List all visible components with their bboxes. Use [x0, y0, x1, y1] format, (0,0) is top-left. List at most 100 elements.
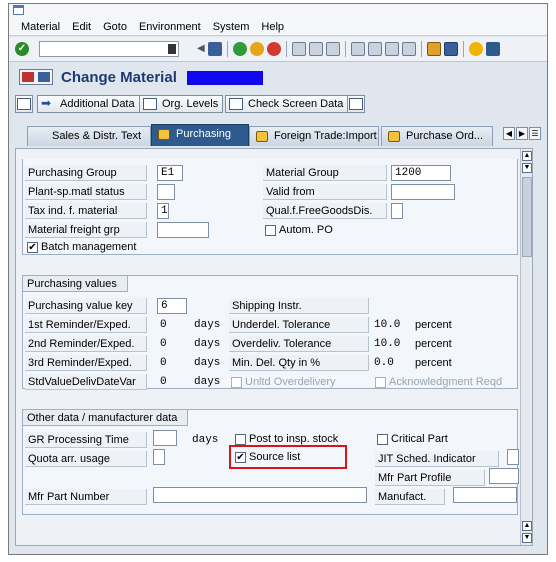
last-page-icon[interactable] — [402, 42, 416, 56]
command-field[interactable] — [39, 41, 179, 57]
org-levels-button[interactable]: Org. Levels — [139, 95, 224, 113]
save-icon[interactable] — [208, 42, 222, 56]
arrow-right-icon: ➡ — [41, 96, 52, 110]
back-arrow-icon[interactable]: ◀ — [197, 42, 205, 56]
min-del-qty-label: Min. Del. Qty in % — [229, 355, 369, 371]
tab-foreign-trade-import[interactable]: Foreign Trade:Import — [249, 126, 379, 146]
jit-indicator-label: JIT Sched. Indicator — [375, 451, 499, 467]
new-session-icon[interactable] — [427, 42, 441, 56]
scroll-up-icon[interactable]: ▲ — [522, 151, 532, 161]
unltd-overdelivery-label: Unltd Overdelivery — [245, 376, 336, 388]
gr-processing-time-field[interactable] — [153, 430, 177, 446]
tab-purchase-order-text[interactable]: Purchase Ord... — [381, 126, 493, 146]
qual-free-goods-field[interactable] — [391, 203, 403, 219]
plant-status-field[interactable] — [157, 184, 175, 200]
qual-free-goods-label: Qual.f.FreeGoodsDis. — [263, 203, 387, 219]
underdel-tolerance-value: 10.0 — [374, 319, 401, 331]
tab-sales-distr-text[interactable]: Sales & Distr. Text — [27, 126, 151, 146]
mfr-part-number-field[interactable] — [153, 487, 367, 503]
find-next-icon[interactable] — [326, 42, 340, 56]
next-page-icon[interactable] — [385, 42, 399, 56]
quota-usage-field[interactable] — [153, 449, 165, 465]
freight-grp-label: Material freight grp — [25, 222, 147, 238]
tab-icon — [388, 131, 400, 142]
layout-menu-icon[interactable] — [486, 42, 500, 56]
menu-system[interactable]: System — [213, 21, 250, 33]
previous-page-icon[interactable] — [368, 42, 382, 56]
mfr-part-number-label: Mfr Part Number — [25, 489, 147, 505]
scroll-down-icon[interactable]: ▼ — [522, 163, 532, 173]
general-purchasing-group: Purchasing Group E1 Plant-sp.matl status… — [22, 159, 518, 255]
reminder3-label: 3rd Reminder/Exped. — [25, 355, 147, 371]
tab-scroll-left-icon[interactable]: ◀ — [503, 127, 515, 140]
purchasing-group-field[interactable]: E1 — [157, 165, 183, 181]
critical-part-checkbox[interactable] — [377, 434, 388, 445]
autom-po-label: Autom. PO — [279, 224, 333, 236]
valid-from-field[interactable] — [391, 184, 455, 200]
tab-icon — [158, 129, 170, 140]
cancel-icon[interactable] — [267, 42, 281, 56]
display-change-icon[interactable] — [19, 69, 53, 85]
stdvalue-label: StdValueDelivDateVar — [25, 374, 147, 390]
reminder1-value: 0 — [160, 319, 167, 331]
freight-grp-field[interactable] — [157, 222, 209, 238]
first-page-icon[interactable] — [351, 42, 365, 56]
scroll-page-down-icon[interactable]: ▼ — [522, 533, 532, 543]
purchasing-value-key-field[interactable]: 6 — [157, 298, 187, 314]
acknowledgment-checkbox — [375, 377, 386, 388]
overdel-tolerance-value: 10.0 — [374, 338, 401, 350]
title-bar: Change Material — [9, 63, 547, 91]
reminder1-unit: days — [194, 319, 221, 331]
scroll-thumb[interactable] — [522, 177, 532, 257]
command-dropdown-icon[interactable] — [168, 44, 176, 54]
menu-material[interactable]: Material — [21, 21, 60, 33]
help-icon[interactable] — [469, 42, 483, 56]
material-group-field[interactable]: 1200 — [391, 165, 451, 181]
redacted-material-number — [187, 71, 263, 85]
toolbar-separator — [421, 41, 422, 57]
tab-label: Sales & Distr. Text — [52, 130, 142, 142]
menu-environment[interactable]: Environment — [139, 21, 201, 33]
print-icon[interactable] — [292, 42, 306, 56]
window-icon[interactable] — [13, 5, 24, 15]
back-icon[interactable] — [233, 42, 247, 56]
autom-po-checkbox[interactable] — [265, 225, 276, 236]
menu-goto[interactable]: Goto — [103, 21, 127, 33]
plant-status-label: Plant-sp.matl status — [25, 184, 147, 200]
jit-indicator-field[interactable] — [507, 449, 519, 465]
vertical-scrollbar[interactable]: ▲ ▼ ▲ ▼ — [520, 149, 532, 545]
tax-ind-field[interactable]: 1 — [157, 203, 169, 219]
reminder2-value: 0 — [160, 338, 167, 350]
stdvalue-value: 0 — [160, 376, 167, 388]
enter-icon[interactable]: ✓ — [15, 42, 29, 56]
menu-edit[interactable]: Edit — [72, 21, 91, 33]
shipping-instr-label: Shipping Instr. — [229, 298, 369, 314]
tab-label: Foreign Trade:Import — [274, 130, 377, 142]
find-icon[interactable] — [309, 42, 323, 56]
lock-icon — [349, 98, 363, 110]
menu-help[interactable]: Help — [261, 21, 284, 33]
application-toolbar: ➡ Additional Data Org. Levels Check Scre… — [9, 92, 547, 116]
scroll-page-up-icon[interactable]: ▲ — [522, 521, 532, 531]
tab-scroll-right-icon[interactable]: ▶ — [516, 127, 528, 140]
source-list-highlight — [229, 445, 347, 469]
batch-management-checkbox[interactable]: ✔ — [27, 242, 38, 253]
valid-from-label: Valid from — [263, 184, 387, 200]
post-insp-stock-checkbox[interactable] — [235, 434, 246, 445]
exit-icon[interactable] — [250, 42, 264, 56]
tab-list-icon[interactable]: ☰ — [529, 127, 541, 140]
gr-processing-time-unit: days — [192, 434, 219, 446]
check-screen-data-button[interactable]: Check Screen Data — [225, 95, 349, 113]
manufacturer-field[interactable] — [453, 487, 517, 503]
shortcut-icon[interactable] — [444, 42, 458, 56]
critical-part-label: Critical Part — [391, 433, 448, 445]
page-title: Change Material — [61, 69, 177, 86]
reminder3-unit: days — [194, 357, 221, 369]
tab-purchasing[interactable]: Purchasing — [151, 124, 249, 146]
toolbar-separator — [286, 41, 287, 57]
lock-button[interactable] — [347, 95, 365, 113]
mfr-part-profile-field[interactable] — [489, 468, 519, 484]
underdel-tolerance-label: Underdel. Tolerance — [229, 317, 369, 333]
additional-data-button[interactable]: ➡ Additional Data — [37, 95, 140, 113]
select-views-button[interactable] — [15, 95, 33, 113]
